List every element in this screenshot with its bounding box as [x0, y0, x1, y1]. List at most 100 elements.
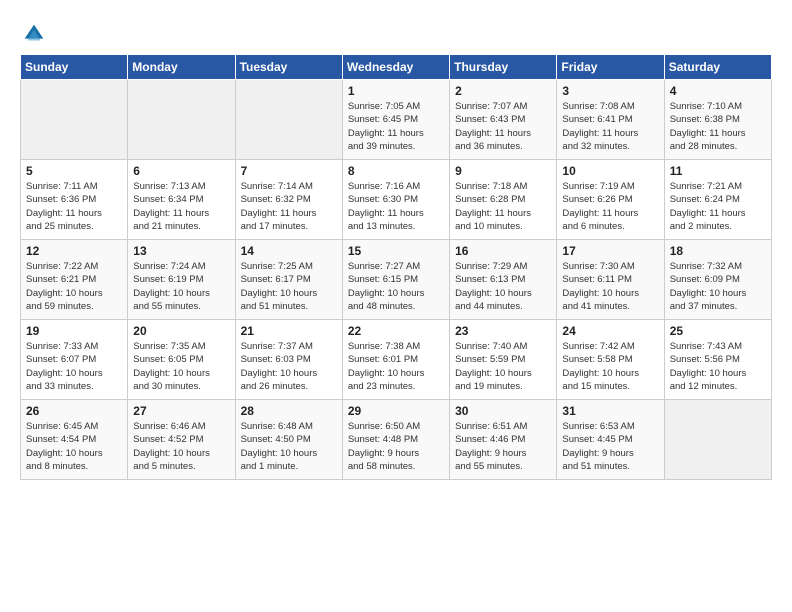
day-number: 14	[241, 244, 337, 258]
day-info: Sunrise: 7:30 AMSunset: 6:11 PMDaylight:…	[562, 260, 658, 313]
day-cell-27: 27Sunrise: 6:46 AMSunset: 4:52 PMDayligh…	[128, 400, 235, 480]
empty-cell	[128, 80, 235, 160]
day-cell-7: 7 Sunrise: 7:14 AMSunset: 6:32 PMDaylight…	[235, 160, 342, 240]
day-info: Sunrise: 7:25 AMSunset: 6:17 PMDaylight:…	[241, 260, 337, 313]
day-info: Sunrise: 7:32 AMSunset: 6:09 PMDaylight:…	[670, 260, 766, 313]
day-cell-24: 24 Sunrise: 7:42 AMSunset: 5:58 PMDayligh…	[557, 320, 664, 400]
day-cell-1: 1 Sunrise: 7:05 AMSunset: 6:45 PMDaylight…	[342, 80, 449, 160]
day-cell-20: 20 Sunrise: 7:35 AMSunset: 6:05 PMDayligh…	[128, 320, 235, 400]
day-number: 31	[562, 404, 658, 418]
day-number: 18	[670, 244, 766, 258]
day-number: 11	[670, 164, 766, 178]
day-info: Sunrise: 7:05 AMSunset: 6:45 PMDaylight:…	[348, 100, 444, 153]
day-number: 15	[348, 244, 444, 258]
day-info: Sunrise: 6:50 AMSunset: 4:48 PMDaylight:…	[348, 420, 444, 473]
day-number: 12	[26, 244, 122, 258]
day-cell-22: 22 Sunrise: 7:38 AMSunset: 6:01 PMDayligh…	[342, 320, 449, 400]
day-number: 9	[455, 164, 551, 178]
day-info: Sunrise: 7:29 AMSunset: 6:13 PMDaylight:…	[455, 260, 551, 313]
day-cell-15: 15 Sunrise: 7:27 AMSunset: 6:15 PMDayligh…	[342, 240, 449, 320]
day-cell-26: 26 Sunrise: 6:45 AMSunset: 4:54 PMDayligh…	[21, 400, 128, 480]
day-number: 13	[133, 244, 229, 258]
day-cell-21: 21 Sunrise: 7:37 AMSunset: 6:03 PMDayligh…	[235, 320, 342, 400]
day-cell-2: 2 Sunrise: 7:07 AMSunset: 6:43 PMDaylight…	[450, 80, 557, 160]
day-cell-31: 31 Sunrise: 6:53 AMSunset: 4:45 PMDayligh…	[557, 400, 664, 480]
day-cell-16: 16 Sunrise: 7:29 AMSunset: 6:13 PMDayligh…	[450, 240, 557, 320]
day-number: 28	[241, 404, 337, 418]
day-info: Sunrise: 7:40 AMSunset: 5:59 PMDaylight:…	[455, 340, 551, 393]
empty-cell	[21, 80, 128, 160]
day-number: 20	[133, 324, 229, 338]
day-info: Sunrise: 7:43 AMSunset: 5:56 PMDaylight:…	[670, 340, 766, 393]
day-info: Sunrise: 7:37 AMSunset: 6:03 PMDaylight:…	[241, 340, 337, 393]
day-cell-25: 25 Sunrise: 7:43 AMSunset: 5:56 PMDayligh…	[664, 320, 771, 400]
day-number: 10	[562, 164, 658, 178]
day-info: Sunrise: 7:27 AMSunset: 6:15 PMDaylight:…	[348, 260, 444, 313]
day-number: 7	[241, 164, 337, 178]
day-cell-30: 30 Sunrise: 6:51 AMSunset: 4:46 PMDayligh…	[450, 400, 557, 480]
day-cell-8: 8Sunrise: 7:16 AMSunset: 6:30 PMDaylight…	[342, 160, 449, 240]
day-cell-6: 6Sunrise: 7:13 AMSunset: 6:34 PMDaylight…	[128, 160, 235, 240]
empty-cell	[664, 400, 771, 480]
day-info: Sunrise: 7:19 AMSunset: 6:26 PMDaylight:…	[562, 180, 658, 233]
calendar: SundayMondayTuesdayWednesdayThursdayFrid…	[20, 54, 772, 480]
weekday-header-monday: Monday	[128, 55, 235, 80]
day-info: Sunrise: 7:11 AMSunset: 6:36 PMDaylight:…	[26, 180, 122, 233]
day-number: 17	[562, 244, 658, 258]
day-info: Sunrise: 7:13 AMSunset: 6:34 PMDaylight:…	[133, 180, 229, 233]
weekday-header-saturday: Saturday	[664, 55, 771, 80]
day-number: 26	[26, 404, 122, 418]
week-row-4: 19Sunrise: 7:33 AMSunset: 6:07 PMDayligh…	[21, 320, 772, 400]
day-number: 16	[455, 244, 551, 258]
day-info: Sunrise: 6:45 AMSunset: 4:54 PMDaylight:…	[26, 420, 122, 473]
day-cell-4: 4 Sunrise: 7:10 AMSunset: 6:38 PMDaylight…	[664, 80, 771, 160]
day-number: 30	[455, 404, 551, 418]
day-info: Sunrise: 7:21 AMSunset: 6:24 PMDaylight:…	[670, 180, 766, 233]
day-number: 21	[241, 324, 337, 338]
day-cell-11: 11 Sunrise: 7:21 AMSunset: 6:24 PMDayligh…	[664, 160, 771, 240]
day-cell-12: 12Sunrise: 7:22 AMSunset: 6:21 PMDayligh…	[21, 240, 128, 320]
week-row-2: 5 Sunrise: 7:11 AMSunset: 6:36 PMDaylight…	[21, 160, 772, 240]
day-number: 25	[670, 324, 766, 338]
day-number: 29	[348, 404, 444, 418]
day-info: Sunrise: 7:07 AMSunset: 6:43 PMDaylight:…	[455, 100, 551, 153]
day-info: Sunrise: 7:14 AMSunset: 6:32 PMDaylight:…	[241, 180, 337, 233]
day-info: Sunrise: 6:53 AMSunset: 4:45 PMDaylight:…	[562, 420, 658, 473]
day-info: Sunrise: 7:10 AMSunset: 6:38 PMDaylight:…	[670, 100, 766, 153]
day-number: 5	[26, 164, 122, 178]
day-info: Sunrise: 7:16 AMSunset: 6:30 PMDaylight:…	[348, 180, 444, 233]
weekday-header-wednesday: Wednesday	[342, 55, 449, 80]
logo	[20, 20, 52, 48]
week-row-1: 1 Sunrise: 7:05 AMSunset: 6:45 PMDaylight…	[21, 80, 772, 160]
day-number: 2	[455, 84, 551, 98]
logo-icon	[20, 20, 48, 48]
page-container: SundayMondayTuesdayWednesdayThursdayFrid…	[0, 0, 792, 490]
day-number: 4	[670, 84, 766, 98]
day-info: Sunrise: 7:24 AMSunset: 6:19 PMDaylight:…	[133, 260, 229, 313]
day-number: 22	[348, 324, 444, 338]
weekday-header-sunday: Sunday	[21, 55, 128, 80]
weekday-header-row: SundayMondayTuesdayWednesdayThursdayFrid…	[21, 55, 772, 80]
day-cell-9: 9 Sunrise: 7:18 AMSunset: 6:28 PMDaylight…	[450, 160, 557, 240]
day-number: 3	[562, 84, 658, 98]
day-cell-19: 19Sunrise: 7:33 AMSunset: 6:07 PMDayligh…	[21, 320, 128, 400]
day-cell-29: 29 Sunrise: 6:50 AMSunset: 4:48 PMDayligh…	[342, 400, 449, 480]
day-info: Sunrise: 6:51 AMSunset: 4:46 PMDaylight:…	[455, 420, 551, 473]
day-number: 27	[133, 404, 229, 418]
weekday-header-friday: Friday	[557, 55, 664, 80]
day-cell-28: 28Sunrise: 6:48 AMSunset: 4:50 PMDayligh…	[235, 400, 342, 480]
day-info: Sunrise: 7:38 AMSunset: 6:01 PMDaylight:…	[348, 340, 444, 393]
empty-cell	[235, 80, 342, 160]
day-number: 24	[562, 324, 658, 338]
day-info: Sunrise: 7:18 AMSunset: 6:28 PMDaylight:…	[455, 180, 551, 233]
header	[20, 20, 772, 48]
day-cell-13: 13 Sunrise: 7:24 AMSunset: 6:19 PMDayligh…	[128, 240, 235, 320]
day-cell-23: 23Sunrise: 7:40 AMSunset: 5:59 PMDayligh…	[450, 320, 557, 400]
day-cell-5: 5 Sunrise: 7:11 AMSunset: 6:36 PMDaylight…	[21, 160, 128, 240]
day-info: Sunrise: 7:08 AMSunset: 6:41 PMDaylight:…	[562, 100, 658, 153]
day-info: Sunrise: 7:35 AMSunset: 6:05 PMDaylight:…	[133, 340, 229, 393]
weekday-header-thursday: Thursday	[450, 55, 557, 80]
day-cell-17: 17 Sunrise: 7:30 AMSunset: 6:11 PMDayligh…	[557, 240, 664, 320]
day-number: 1	[348, 84, 444, 98]
day-info: Sunrise: 7:42 AMSunset: 5:58 PMDaylight:…	[562, 340, 658, 393]
